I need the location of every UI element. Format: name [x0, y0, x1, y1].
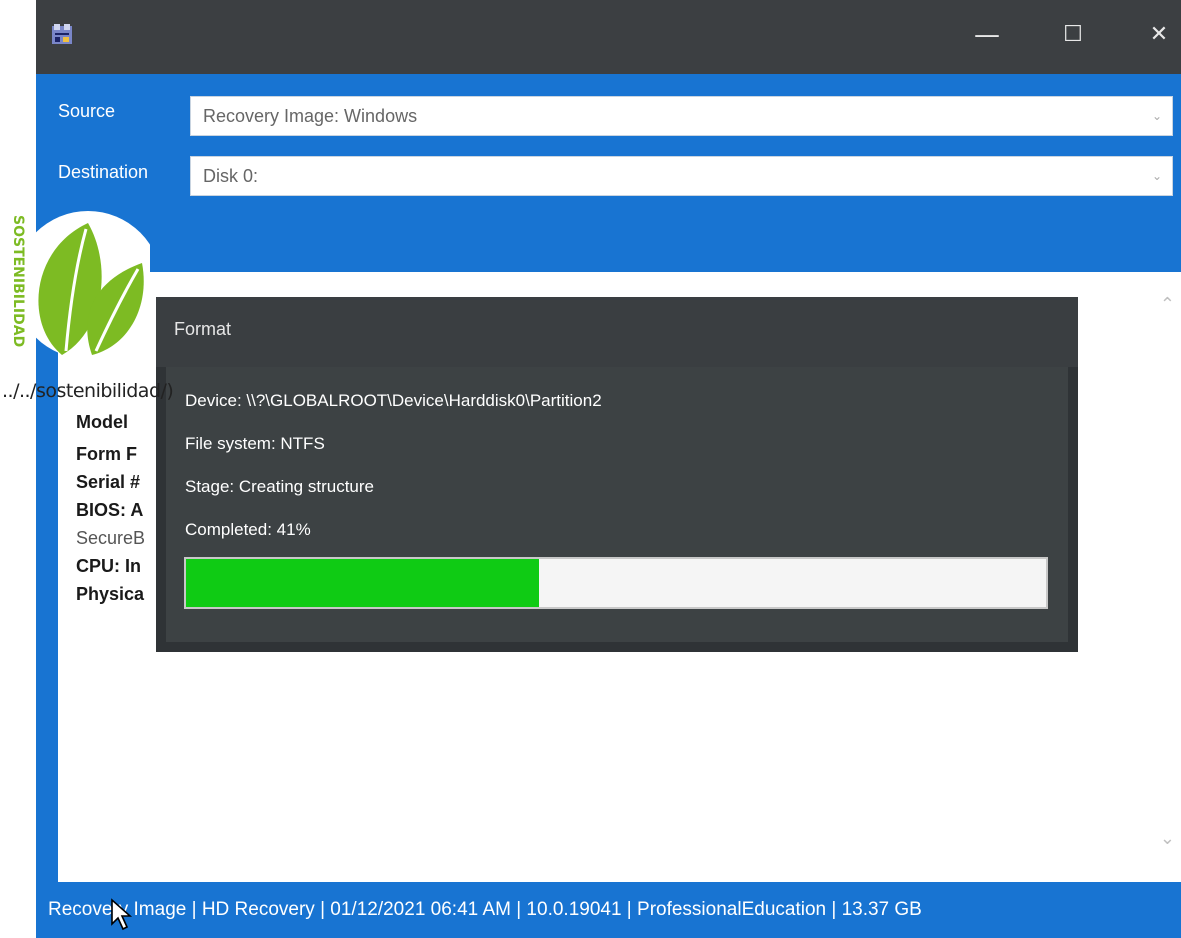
info-bios: BIOS: A [76, 500, 144, 520]
stage: Stage: Creating structure [185, 477, 374, 496]
mouse-cursor-icon [111, 898, 133, 931]
dialog-body: Device: \\?\GLOBALROOT\Device\Harddisk0\… [166, 367, 1068, 642]
dialog-title-bar: Format [156, 297, 1078, 367]
chevron-down-icon[interactable]: ⌄ [1152, 169, 1162, 183]
info-physical: Physica [76, 584, 145, 604]
device-path: Device: \\?\GLOBALROOT\Device\Harddisk0\… [185, 391, 602, 410]
info-model: Model [76, 412, 128, 432]
completed-text: Completed: 41% [185, 520, 311, 539]
chevron-up-icon[interactable]: ⌃ [1160, 294, 1175, 315]
status-bar: Recovery Image | HD Recovery | 01/12/202… [36, 882, 1181, 938]
dialog-title: Format [174, 319, 232, 339]
sostenibilidad-link[interactable]: ../../sostenibilidad/) [2, 380, 174, 402]
recovery-window: — ☐ ✕ Source Recovery Image: Windows ⌄ D… [36, 0, 1181, 938]
progress-fill [186, 559, 539, 607]
minimize-icon[interactable]: — [964, 12, 1010, 58]
destination-label: Destination [58, 162, 149, 182]
destination-combobox[interactable]: Disk 0: ⌄ [190, 156, 1173, 196]
title-bar: — ☐ ✕ [36, 0, 1181, 74]
sostenibilidad-badge[interactable]: SOSTENIBILIDAD [0, 205, 150, 365]
source-label: Source [58, 101, 116, 121]
app-icon [52, 24, 72, 44]
badge-label: SOSTENIBILIDAD [10, 215, 26, 347]
chevron-down-icon[interactable]: ⌄ [1160, 828, 1175, 849]
format-dialog: Format Device: \\?\GLOBALROOT\Device\Har… [156, 297, 1078, 652]
file-system: File system: NTFS [185, 434, 325, 453]
info-secureboot: SecureB [76, 528, 146, 548]
info-cpu: CPU: In [76, 556, 141, 576]
close-icon[interactable]: ✕ [1136, 12, 1181, 58]
format-progress-bar [184, 557, 1048, 609]
source-combobox[interactable]: Recovery Image: Windows ⌄ [190, 96, 1173, 136]
maximize-icon[interactable]: ☐ [1050, 12, 1096, 58]
source-value: Recovery Image: Windows [203, 106, 418, 126]
chevron-down-icon[interactable]: ⌄ [1152, 109, 1162, 123]
info-serial: Serial # [76, 472, 141, 492]
destination-value: Disk 0: [203, 166, 259, 186]
info-form-factor: Form F [76, 444, 137, 464]
